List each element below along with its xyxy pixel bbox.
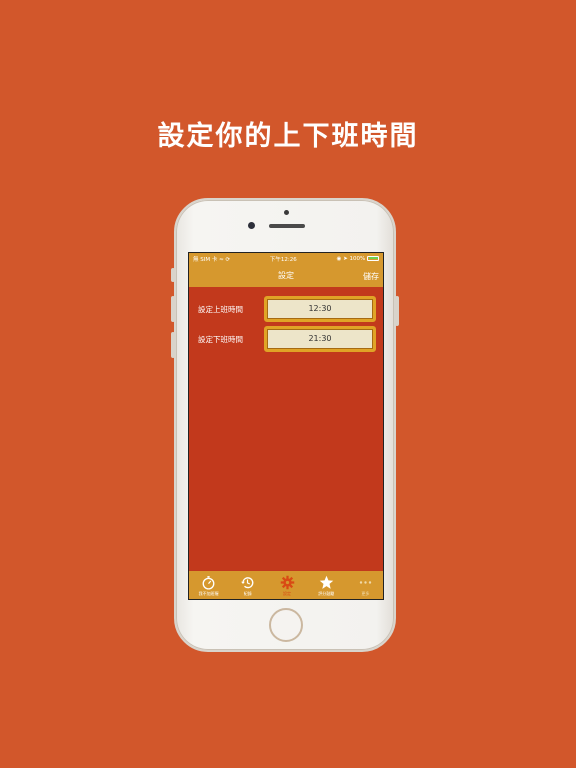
home-button[interactable]	[269, 608, 303, 642]
end-time-row: 設定下班時間 21:30	[189, 326, 383, 352]
tab-label: 評分鼓勵	[318, 591, 335, 596]
tab-label: 紀錄	[243, 591, 252, 596]
end-time-field[interactable]: 21:30	[264, 326, 376, 352]
end-time-label: 設定下班時間	[198, 335, 243, 344]
tab-no-overtime[interactable]: 我不加班喔	[189, 571, 228, 599]
location-icon: ➤	[343, 255, 348, 262]
battery-text: 100%	[349, 255, 366, 262]
start-time-row: 設定上班時間 12:30	[189, 296, 383, 322]
star-icon	[319, 575, 333, 589]
nav-bar: 設定 儲存	[189, 264, 383, 287]
battery-icon	[367, 255, 379, 261]
phone-frame: 無 SIM 卡 ≈ ⟳ 下午12:26 ◉ ➤ 100% 設定 儲存 設定上班時…	[171, 198, 399, 652]
start-time-field[interactable]: 12:30	[264, 296, 376, 322]
history-icon	[241, 577, 254, 589]
volume-up-button	[171, 296, 175, 322]
clock-text: 下午12:26	[269, 256, 297, 263]
power-button	[395, 296, 399, 326]
status-bar: 無 SIM 卡 ≈ ⟳ 下午12:26 ◉ ➤ 100%	[189, 253, 383, 264]
stopwatch-icon	[202, 576, 215, 590]
app-screen: 無 SIM 卡 ≈ ⟳ 下午12:26 ◉ ➤ 100% 設定 儲存 設定上班時…	[188, 252, 384, 600]
start-time-label: 設定上班時間	[198, 305, 243, 314]
carrier-status: 無 SIM 卡 ≈ ⟳	[193, 255, 230, 263]
sync-icon: ⟳	[225, 256, 231, 263]
carrier-text: 無 SIM 卡	[193, 256, 218, 263]
volume-down-button	[171, 332, 175, 358]
save-button[interactable]: 儲存	[363, 271, 379, 282]
alarm-icon: ◉	[336, 255, 342, 262]
tab-bar: 我不加班喔 紀錄 設定 評分鼓勵 更多	[189, 571, 383, 599]
tab-label: 我不加班喔	[198, 591, 219, 596]
tab-rate[interactable]: 評分鼓勵	[307, 571, 346, 599]
mute-switch	[171, 268, 175, 282]
tab-more[interactable]: 更多	[346, 571, 383, 599]
wifi-icon: ≈	[219, 256, 224, 263]
earpiece-speaker	[269, 224, 305, 228]
front-camera	[248, 222, 255, 229]
promo-headline: 設定你的上下班時間	[157, 121, 419, 152]
tab-label: 更多	[361, 591, 370, 596]
gear-icon	[280, 575, 294, 590]
proximity-sensor	[284, 210, 289, 215]
tab-settings[interactable]: 設定	[267, 571, 306, 599]
nav-title: 設定	[278, 271, 294, 280]
tab-history[interactable]: 紀錄	[228, 571, 267, 599]
more-icon	[359, 581, 372, 584]
battery-status: ◉ ➤ 100%	[336, 255, 379, 262]
tab-label: 設定	[283, 591, 291, 596]
